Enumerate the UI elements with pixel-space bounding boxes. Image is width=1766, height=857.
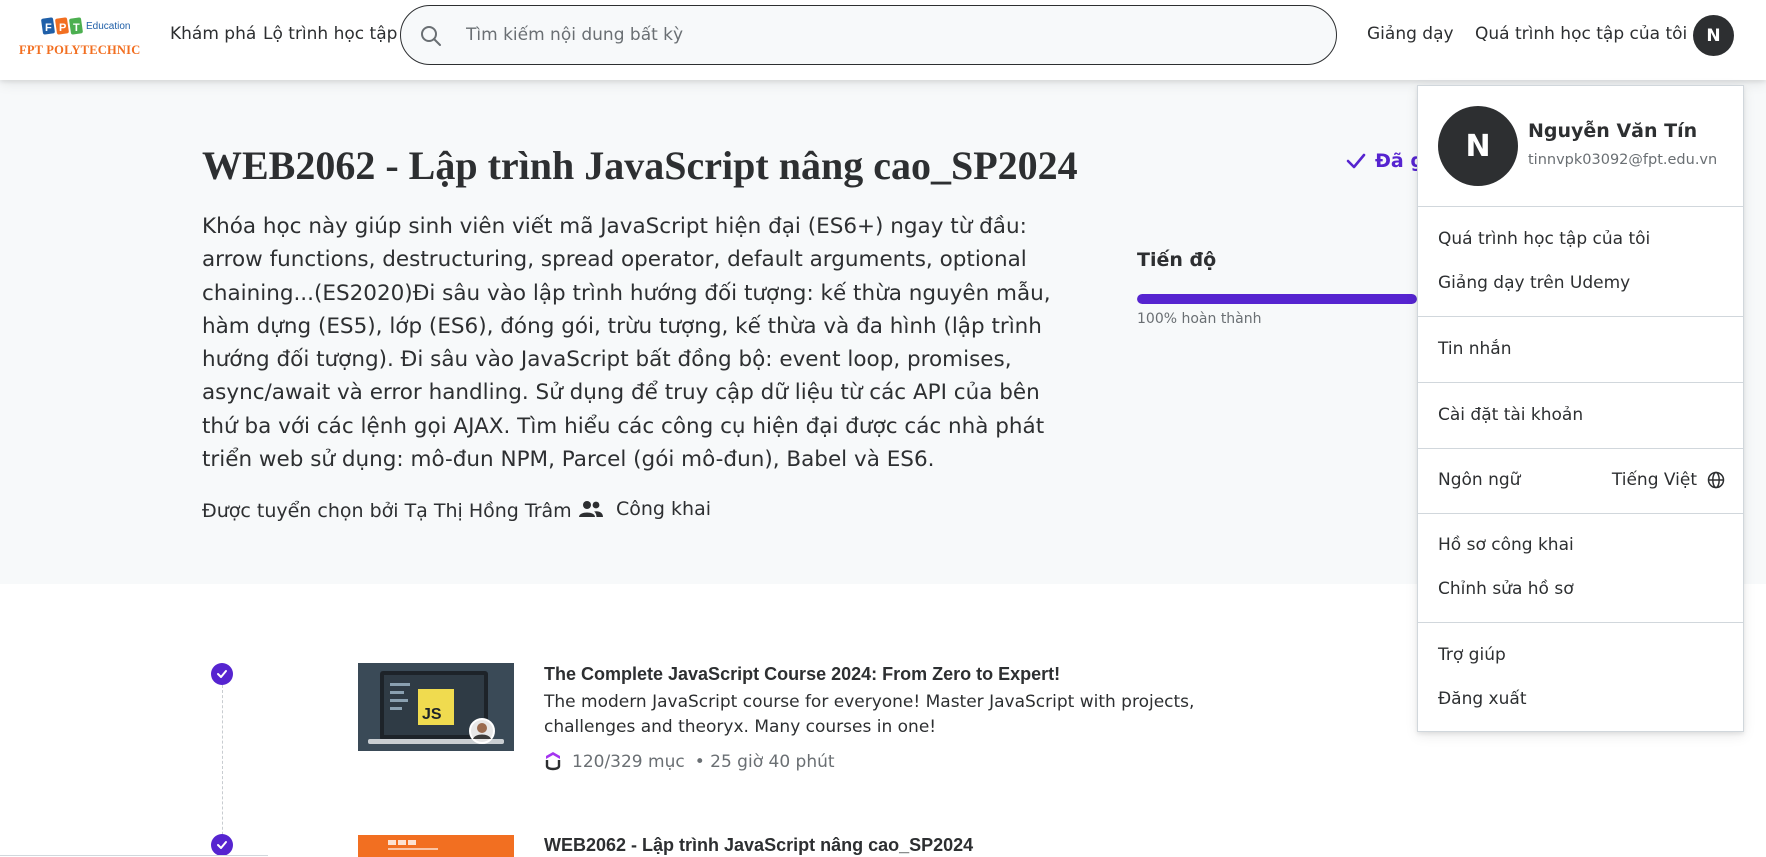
fpt-polytechnic-logo[interactable]: F P T Education FPT POLYTECHNIC <box>19 15 147 61</box>
nav-my-learning[interactable]: Quá trình học tập của tôi <box>1475 24 1687 44</box>
menu-item-my-learning[interactable]: Quá trình học tập của tôi <box>1438 229 1650 249</box>
check-icon <box>1346 153 1366 169</box>
menu-item-logout[interactable]: Đăng xuất <box>1438 689 1526 709</box>
progress-bar <box>1137 294 1417 304</box>
user-menu-dropdown: N Nguyễn Văn Tín tinnvpk03092@fpt.edu.vn… <box>1417 85 1744 732</box>
menu-item-help[interactable]: Trợ giúp <box>1438 645 1506 665</box>
saved-button[interactable]: Đã g <box>1345 150 1424 172</box>
divider <box>1418 316 1743 317</box>
people-icon <box>579 501 603 517</box>
divider <box>1418 622 1743 623</box>
visibility-label: Công khai <box>616 498 711 520</box>
divider <box>1418 382 1743 383</box>
menu-item-account-settings[interactable]: Cài đặt tài khoản <box>1438 405 1583 425</box>
user-name[interactable]: Nguyễn Văn Tín <box>1528 120 1697 142</box>
language-value: Tiếng Việt <box>1611 470 1697 490</box>
divider <box>1418 448 1743 449</box>
course-title-link[interactable]: The Complete JavaScript Course 2024: Fro… <box>544 664 1060 685</box>
search-bar[interactable] <box>400 5 1337 65</box>
course-duration: • 25 giờ 40 phút <box>694 752 835 772</box>
svg-text:F: F <box>45 22 52 34</box>
udemy-icon <box>545 752 561 771</box>
menu-item-edit-profile[interactable]: Chỉnh sửa hồ sơ <box>1438 579 1574 599</box>
menu-item-public-profile[interactable]: Hồ sơ công khai <box>1438 535 1574 555</box>
course-meta: 120/329 mục • 25 giờ 40 phút <box>544 751 835 773</box>
globe-icon <box>1707 471 1725 489</box>
logo-name-text: FPT POLYTECHNIC <box>19 43 141 57</box>
search-input[interactable] <box>466 20 1316 50</box>
course-description: Khóa học này giúp sinh viên viết mã Java… <box>202 214 1051 473</box>
course-thumbnail[interactable] <box>358 835 514 857</box>
search-icon[interactable] <box>419 24 443 48</box>
course-thumbnail[interactable]: JS <box>358 663 514 751</box>
progress-title: Tiến độ <box>1137 249 1217 271</box>
course-title-link[interactable]: WEB2062 - Lập trình JavaScript nâng cao_… <box>544 835 973 856</box>
js-badge-text: JS <box>422 706 442 723</box>
timeline-line <box>222 685 223 855</box>
nav-explore[interactable]: Khám phá <box>170 24 256 44</box>
curated-by-text: Được tuyển chọn bởi Tạ Thị Hồng Trâm <box>202 500 572 522</box>
language-selector[interactable]: Tiếng Việt <box>1612 470 1725 490</box>
page-title: WEB2062 - Lập trình JavaScript nâng cao_… <box>202 143 1078 188</box>
visibility-badge: Công khai <box>578 498 711 520</box>
avatar[interactable]: N <box>1438 106 1518 186</box>
user-avatar-button[interactable]: N <box>1693 15 1734 56</box>
progress-bar-fill <box>1137 294 1417 304</box>
progress-label: 100% hoàn thành <box>1137 311 1262 327</box>
user-email: tinnvpk03092@fpt.edu.vn <box>1528 152 1718 168</box>
completed-check-icon <box>211 834 233 856</box>
divider <box>0 855 268 856</box>
divider <box>1418 513 1743 514</box>
menu-item-messages[interactable]: Tin nhắn <box>1438 339 1512 359</box>
fpt-logo-icon: F P T <box>41 17 83 35</box>
menu-item-language[interactable]: Ngôn ngữ <box>1438 470 1520 490</box>
course-description-text: The modern JavaScript course for everyon… <box>544 692 1195 737</box>
completed-check-icon <box>211 663 233 685</box>
top-header: F P T Education FPT POLYTECHNIC Khám phá… <box>0 0 1766 80</box>
svg-text:T: T <box>73 22 80 34</box>
nav-teach[interactable]: Giảng dạy <box>1367 24 1454 44</box>
menu-item-teach-on-udemy[interactable]: Giảng dạy trên Udemy <box>1438 273 1630 293</box>
logo-education-text: Education <box>86 21 131 32</box>
course-items-count: 120/329 mục <box>572 752 685 772</box>
svg-text:P: P <box>59 22 66 34</box>
divider <box>1418 206 1743 207</box>
nav-learning-path[interactable]: Lộ trình học tập <box>263 24 397 44</box>
